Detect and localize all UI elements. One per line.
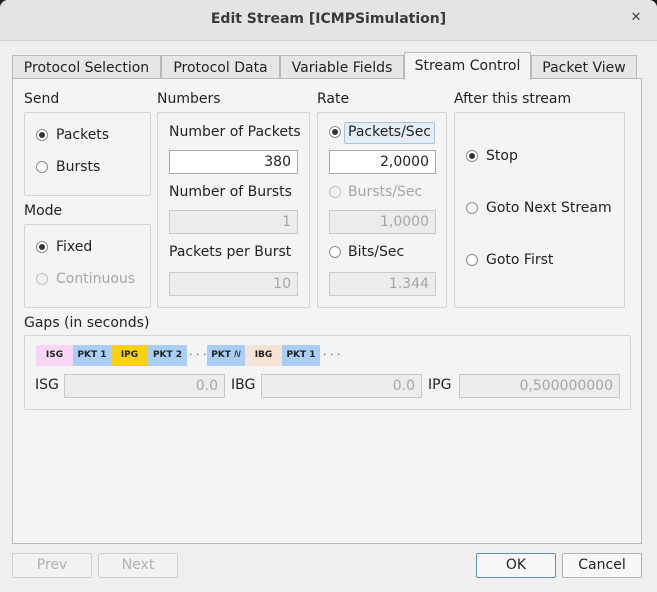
isg-label: ISG: [35, 377, 59, 393]
after-goto-first-radio[interactable]: [466, 254, 478, 266]
ibg-field[interactable]: 0.0: [261, 374, 422, 398]
gap-dots-1: · · ·: [189, 348, 207, 361]
tab-stream-control[interactable]: Stream Control: [404, 52, 531, 80]
window-title: Edit Stream [ICMPSimulation]: [210, 11, 447, 27]
tab-protocol-selection[interactable]: Protocol Selection: [12, 55, 161, 79]
mode-continuous-radio[interactable]: [36, 273, 48, 285]
tab-protocol-data[interactable]: Protocol Data: [161, 55, 280, 79]
numbers-group-title: Numbers: [157, 91, 221, 107]
gap-seg-pkt1-b: PKT 1: [282, 345, 320, 366]
gap-dots-2: · · ·: [323, 348, 341, 361]
after-stop-radio[interactable]: [466, 150, 478, 162]
rate-bursts-sec-label[interactable]: Bursts/Sec: [348, 184, 422, 200]
gaps-group-title: Gaps (in seconds): [24, 315, 150, 331]
packets-per-burst-label: Packets per Burst: [169, 244, 292, 260]
gap-seg-pktn-var: N: [234, 350, 241, 360]
num-bursts-field[interactable]: 1: [169, 210, 298, 234]
mode-fixed-label[interactable]: Fixed: [56, 239, 92, 255]
packets-per-burst-field[interactable]: 10: [169, 272, 298, 296]
title-bar: Edit Stream [ICMPSimulation] ✕: [0, 0, 657, 41]
send-group: [24, 112, 151, 196]
isg-field[interactable]: 0.0: [64, 374, 225, 398]
tab-variable-fields[interactable]: Variable Fields: [280, 55, 404, 79]
ok-button[interactable]: OK: [476, 553, 556, 578]
rate-packets-sec-radio[interactable]: [329, 126, 341, 138]
gap-seg-pkt1: PKT 1: [73, 345, 111, 366]
edit-stream-dialog: Edit Stream [ICMPSimulation] ✕ Protocol …: [0, 0, 657, 592]
ipg-label: IPG: [428, 377, 452, 393]
gap-seg-ipg: IPG: [111, 345, 148, 366]
after-goto-next-radio[interactable]: [466, 202, 478, 214]
ibg-label: IBG: [231, 377, 256, 393]
bursts-sec-field[interactable]: 1,0000: [329, 210, 436, 234]
num-packets-label: Number of Packets: [169, 124, 301, 140]
num-packets-field[interactable]: 380: [169, 150, 298, 174]
send-group-title: Send: [24, 91, 60, 107]
gap-seg-pktn-label: PKT: [211, 350, 231, 360]
gap-seg-pktn: PKT N: [207, 345, 245, 366]
rate-bits-sec-label[interactable]: Bits/Sec: [348, 244, 404, 260]
after-stream-group-title: After this stream: [454, 91, 572, 107]
bits-sec-field[interactable]: 1.344: [329, 272, 436, 296]
after-goto-first-label[interactable]: Goto First: [486, 252, 553, 268]
prev-button[interactable]: Prev: [12, 553, 92, 578]
ipg-field[interactable]: 0,500000000: [459, 374, 620, 398]
rate-bursts-sec-radio[interactable]: [329, 186, 341, 198]
mode-group-title: Mode: [24, 203, 63, 219]
mode-continuous-label[interactable]: Continuous: [56, 271, 135, 287]
gap-seg-ibg: IBG: [245, 345, 282, 366]
packets-sec-field[interactable]: 2,0000: [329, 150, 436, 174]
rate-group-title: Rate: [317, 91, 350, 107]
mode-group: [24, 224, 151, 308]
rate-packets-sec-label[interactable]: Packets/Sec: [348, 124, 431, 140]
close-icon[interactable]: ✕: [629, 11, 643, 25]
gap-seg-pkt2: PKT 2: [148, 345, 187, 366]
send-packets-label[interactable]: Packets: [56, 127, 109, 143]
tab-packet-view[interactable]: Packet View: [531, 55, 637, 79]
stream-control-panel: Send Packets Bursts Mode Fixed Continuou…: [12, 78, 642, 544]
gap-seg-isg: ISG: [36, 345, 73, 366]
next-button[interactable]: Next: [98, 553, 178, 578]
mode-fixed-radio[interactable]: [36, 241, 48, 253]
send-bursts-label[interactable]: Bursts: [56, 159, 100, 175]
after-stop-label[interactable]: Stop: [486, 148, 518, 164]
after-goto-next-label[interactable]: Goto Next Stream: [486, 200, 612, 216]
send-packets-radio[interactable]: [36, 129, 48, 141]
rate-bits-sec-radio[interactable]: [329, 246, 341, 258]
num-bursts-label: Number of Bursts: [169, 184, 292, 200]
cancel-button[interactable]: Cancel: [562, 553, 642, 578]
send-bursts-radio[interactable]: [36, 161, 48, 173]
